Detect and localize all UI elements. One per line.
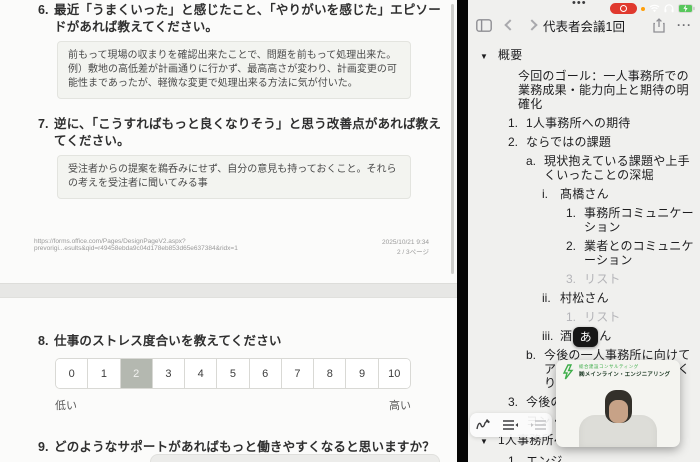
outline-marker: i. [542,187,560,201]
video-participant [556,389,680,447]
question-7-answer: 受注者からの提案を鵜呑みにせず、自分の意見も持っておくこと。それらの考えを受注者… [57,155,411,199]
left-pane-scrollbar[interactable] [451,4,454,274]
outline-text: 現状抱えている課題や上手くいったことの深堀 [544,154,694,182]
outline-row[interactable]: 2.業者とのコミュニケーション [474,239,694,267]
outline-marker: 1. [508,116,526,130]
outline-row[interactable]: iii.酒あん [474,329,694,343]
outline-marker: iii. [542,329,560,343]
scale-cells: 012345678910 [55,358,411,389]
question-6: 6. 最近「うまくいった」と感じたこと、「やりがいを感じた」エピソードがあれば教… [38,2,446,36]
outline-row[interactable]: 3.リスト [474,272,694,286]
outline-marker [500,69,518,111]
nav-bar: 代表者会議1回 ··· [468,12,700,38]
outline-marker: ii. [542,291,560,305]
outline-marker: 3. [566,272,584,286]
share-icon[interactable] [653,18,665,33]
footer-page-number: 2 / 3ページ [397,249,429,256]
stress-scale: 012345678910 低い 高い [55,358,411,413]
scale-cell-3[interactable]: 3 [152,359,184,388]
scale-high-label: 高い [389,397,411,413]
outline-row[interactable]: ▼概要 [474,48,694,64]
outline-row[interactable]: 1.リスト [474,310,694,324]
screen: 6. 最近「うまくいった」と感じたこと、「やりがいを感じた」エピソードがあれば教… [0,0,700,462]
footer-date-page: 2025/10/21 9:34 2 / 3ページ [382,238,429,258]
outline-text: 1人事務所への期待 [526,116,630,130]
outline-text: 村松さん [560,291,609,305]
scribble-pen-icon[interactable] [475,418,491,432]
question-9-answer-box [150,454,440,462]
outline-row[interactable]: 1.1人事務所への期待 [474,116,694,130]
question-6-text: 最近「うまくいった」と感じたこと、「やりがいを感じた」エピソードがあれば教えてく… [54,2,446,36]
scale-cell-10[interactable]: 10 [378,359,410,388]
outline-text: ならではの課題 [526,135,611,149]
mic-in-use-icon [641,7,645,11]
outline-row[interactable]: 1.事務所コミュニケーション [474,206,694,234]
indent-list-icon[interactable] [530,419,547,431]
scale-labels: 低い 高い [55,397,411,413]
question-7: 7. 逆に、「こうすればもっと良くなりそう」と思う改善点があれば教えてください。 [38,116,446,150]
outline-row[interactable]: i.髙橋さん [474,187,694,201]
question-7-text: 逆に、「こうすればもっと良くなりそう」と思う改善点があれば教えてください。 [54,116,446,150]
outline-marker: 1. [566,310,584,324]
split-view-divider[interactable] [457,0,468,462]
scale-low-label: 低い [55,397,77,413]
scale-cell-9[interactable]: 9 [345,359,377,388]
question-9-number: 9. [38,439,54,456]
outline-marker: 2. [566,239,584,267]
outdent-list-icon[interactable] [502,419,519,431]
outline-text: リスト [584,272,621,286]
split-window-handle[interactable]: ••• [572,0,587,9]
form-preview-pane: 6. 最近「うまくいった」と感じたこと、「やりがいを感じた」エピソードがあれば教… [0,0,457,462]
scale-cell-6[interactable]: 6 [249,359,281,388]
question-6-number: 6. [38,2,54,36]
company-logo-mark-icon [562,364,576,380]
outline-row[interactable]: 1.エンジ [474,454,694,462]
question-6-answer: 前もって現場の収まりを確認出来たことで、問題を前もって処理出来た。 例）敷地の高… [57,41,411,99]
outline-row[interactable]: a.現状抱えている課題や上手くいったことの深堀 [474,154,694,182]
outline-marker: 3. [508,395,526,409]
outline-text: 事務所コミュニケーション [584,206,694,234]
scale-cell-5[interactable]: 5 [216,359,248,388]
scale-cell-7[interactable]: 7 [281,359,313,388]
question-8-number: 8. [38,333,54,350]
question-8: 8. 仕事のストレス度合いを教えてください [38,333,446,350]
outline-marker: a. [526,154,544,182]
outline-marker: 1. [508,454,526,462]
scale-cell-0[interactable]: 0 [56,359,87,388]
ime-input-bubble: あ [573,327,598,347]
notes-pane: ••• [468,0,700,462]
page-footer: https://forms.office.com/Pages/DesignPag… [0,238,457,258]
outline-text: 概要 [498,48,522,64]
footer-timestamp: 2025/10/21 9:34 [382,239,429,246]
question-8-text: 仕事のストレス度合いを教えてください [54,333,282,350]
scale-cell-8[interactable]: 8 [313,359,345,388]
outline-text: リスト [584,310,621,324]
outline-row[interactable]: 今回のゴール：一人事務所での業務成果・能力向上と期待の明確化 [474,69,694,111]
scale-cell-1[interactable]: 1 [87,359,119,388]
outline-text: 髙橋さん [560,187,609,201]
scale-cell-4[interactable]: 4 [184,359,216,388]
outline-row[interactable]: ii.村松さん [474,291,694,305]
question-7-number: 7. [38,116,54,150]
footer-url: https://forms.office.com/Pages/DesignPag… [34,238,364,252]
video-call-overlay[interactable]: 総合建設コンサルティング ㈱メインライン・エンジニアリング [556,360,680,447]
more-options-icon[interactable]: ··· [677,18,692,32]
outline-text: 業者とのコミュニケーション [584,239,694,267]
outline-text: エンジ [526,454,563,462]
outline-text: 酒あん [560,329,611,343]
page-break-divider [0,283,457,298]
outline-marker: 2. [508,135,526,149]
outline-text: 今回のゴール：一人事務所での業務成果・能力向上と期待の明確化 [518,69,694,111]
outline-marker: b. [526,348,544,390]
participant-face [609,400,628,423]
scale-cell-2[interactable]: 2 [120,359,152,388]
floating-toolbar [470,413,552,437]
company-logo: 総合建設コンサルティング ㈱メインライン・エンジニアリング [556,360,680,380]
outline-marker: 1. [566,206,584,234]
outline-row[interactable]: 2.ならではの課題 [474,135,694,149]
company-name: ㈱メインライン・エンジニアリング [579,370,670,378]
disclosure-triangle-icon[interactable]: ▼ [480,48,498,64]
